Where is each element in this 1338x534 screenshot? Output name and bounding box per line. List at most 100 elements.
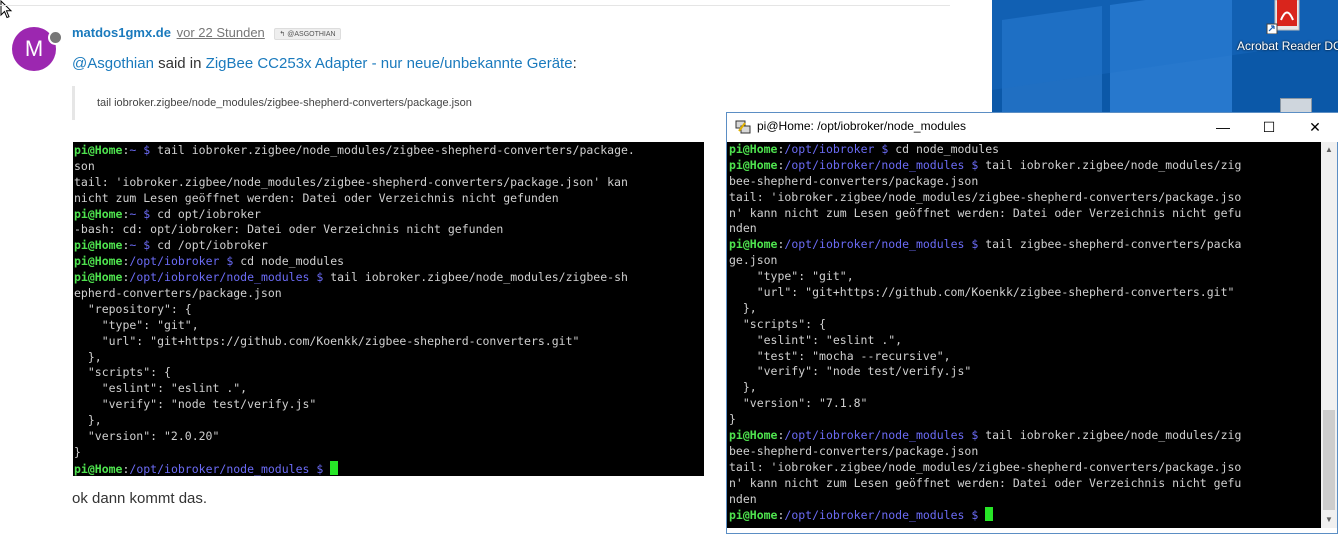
terminal-text: pi@Home: [74, 254, 123, 269]
terminal-line: },: [729, 301, 1323, 317]
terminal-text: /opt/iobroker/node_modules $: [784, 428, 986, 443]
terminal-text: "test": "mocha --recursive",: [729, 348, 951, 363]
terminal-line: ge.json: [729, 253, 1323, 269]
reply-icon: ↰: [279, 30, 286, 38]
terminal-line: "scripts": {: [729, 317, 1323, 333]
terminal-line: bee-shepherd-converters/package.json: [729, 174, 1323, 190]
acrobat-reader-icon[interactable]: [1265, 0, 1307, 34]
reply-to-label: @ASGOTHIAN: [287, 30, 336, 38]
terminal-text: nicht zum Lesen geöffnet werden: Datei o…: [74, 190, 559, 205]
terminal-line: pi@Home:~ $ cd opt/iobroker: [74, 207, 704, 223]
terminal-text: cd node_modules: [240, 254, 345, 269]
status-indicator: [48, 30, 63, 45]
post-timestamp-link[interactable]: vor 22 Stunden: [177, 25, 265, 40]
topic-link[interactable]: ZigBee CC253x Adapter - nur neue/unbekan…: [206, 55, 573, 72]
terminal-line: pi@Home:/opt/iobroker $ cd node_modules: [74, 254, 704, 270]
terminal-text: nden: [729, 491, 757, 506]
terminal-text: pi@Home: [74, 238, 123, 253]
terminal-line: pi@Home:/opt/iobroker/node_modules $ tai…: [74, 270, 704, 286]
terminal-text: "type": "git",: [729, 269, 854, 284]
terminal-line: "version": "2.0.20": [74, 429, 704, 445]
terminal-line: bee-shepherd-converters/package.json: [729, 444, 1323, 460]
terminal-text: tail zigbee-shepherd-converters/packa: [985, 237, 1242, 252]
terminal-text: pi@Home: [729, 237, 778, 252]
terminal-text: tail iobroker.zigbee/node_modules/zig: [985, 428, 1242, 443]
window-title: pi@Home: /opt/iobroker/node_modules: [757, 119, 966, 133]
desktop-icon-label[interactable]: Acrobat Reader DC: [1237, 39, 1338, 53]
terminal-line: nicht zum Lesen geöffnet werden: Datei o…: [74, 191, 704, 207]
terminal-text: pi@Home: [729, 508, 778, 523]
terminal-line: "url": "git+https://github.com/Koenkk/zi…: [729, 285, 1323, 301]
terminal-screenshot: pi@Home:~ $ tail iobroker.zigbee/node_mo…: [73, 142, 704, 476]
terminal-line: "type": "git",: [74, 318, 704, 334]
terminal-text: ~ $: [129, 143, 158, 157]
terminal-cursor: [985, 507, 994, 522]
terminal-text: pi@Home: [74, 143, 123, 157]
terminal-line: pi@Home:/opt/iobroker/node_modules $: [74, 460, 704, 476]
terminal-line: "version": "7.1.8": [729, 396, 1323, 412]
terminal-line: },: [729, 380, 1323, 396]
terminal-text: /opt/iobroker $: [129, 254, 241, 269]
terminal-text: ~ $: [129, 206, 158, 221]
terminal-text: n' kann nicht zum Lesen geöffnet werden:…: [729, 475, 1242, 490]
username-link[interactable]: matdos1gmx.de: [72, 25, 171, 40]
terminal-line: nden: [729, 492, 1323, 508]
terminal-text: bee-shepherd-converters/package.json: [729, 173, 979, 188]
terminal-text: pi@Home: [74, 270, 123, 285]
terminal-line: "eslint": "eslint .",: [74, 381, 704, 397]
terminal-text: "url": "git+https://github.com/Koenkk/zi…: [729, 285, 1235, 300]
terminal-text: ge.json: [729, 253, 778, 268]
terminal-line: -bash: cd: opt/iobroker: Datei oder Verz…: [74, 222, 704, 238]
terminal-line: "type": "git",: [729, 269, 1323, 285]
terminal-line: pi@Home:/opt/iobroker/node_modules $: [729, 507, 1323, 523]
terminal-line: },: [74, 350, 704, 366]
terminal-line: tail: 'iobroker.zigbee/node_modules/zigb…: [74, 175, 704, 191]
close-button[interactable]: ✕: [1292, 113, 1338, 142]
terminal-text: },: [729, 300, 757, 315]
scrollbar-thumb[interactable]: [1323, 410, 1335, 510]
terminal-text: "version": "2.0.20": [74, 429, 220, 444]
terminal-text: bee-shepherd-converters/package.json: [729, 443, 979, 458]
scroll-up-arrow-icon[interactable]: ▲: [1321, 142, 1337, 158]
terminal-text: son: [74, 158, 95, 173]
terminal-text: /opt/iobroker $: [784, 142, 896, 156]
terminal-line: n' kann nicht zum Lesen geöffnet werden:…: [729, 476, 1323, 492]
terminal-line: pi@Home:/opt/iobroker/node_modules $ tai…: [729, 158, 1323, 174]
terminal-text: }: [74, 444, 81, 459]
putty-icon: [735, 120, 751, 134]
terminal-line: pi@Home:~ $ cd /opt/iobroker: [74, 238, 704, 254]
terminal-text: cd node_modules: [895, 142, 1000, 156]
terminal-text: },: [74, 349, 102, 364]
putty-terminal[interactable]: pi@Home:/opt/iobroker $ cd node_modules p…: [727, 142, 1323, 528]
terminal-line: }: [74, 445, 704, 461]
terminal-line: "verify": "node test/verify.js": [729, 364, 1323, 380]
maximize-button[interactable]: ☐: [1246, 113, 1292, 142]
terminal-text: tail: 'iobroker.zigbee/node_modules/zigb…: [729, 459, 1242, 474]
terminal-line: "eslint": "eslint .",: [729, 333, 1323, 349]
terminal-text: pi@Home: [74, 206, 123, 221]
terminal-text: "repository": {: [74, 301, 192, 316]
terminal-text: "eslint": "eslint .",: [74, 381, 248, 396]
terminal-text: }: [729, 412, 736, 427]
terminal-line: epherd-converters/package.json: [74, 286, 704, 302]
terminal-line: pi@Home:/opt/iobroker/node_modules $ tai…: [729, 428, 1323, 444]
terminal-text: cd /opt/iobroker: [157, 238, 268, 253]
terminal-text: "version": "7.1.8": [729, 396, 868, 411]
terminal-line: },: [74, 413, 704, 429]
mention-link[interactable]: @Asgothian: [72, 55, 154, 72]
terminal-text: /opt/iobroker/node_modules $: [784, 508, 986, 523]
terminal-text: pi@Home: [729, 157, 778, 172]
terminal-text: -bash: cd: opt/iobroker: Datei oder Verz…: [74, 222, 504, 237]
said-in-text: said in: [153, 55, 206, 72]
terminal-text: tail: 'iobroker.zigbee/node_modules/zigb…: [729, 189, 1242, 204]
terminal-text: "scripts": {: [729, 316, 826, 331]
terminal-text: cd opt/iobroker: [157, 206, 261, 221]
terminal-line: pi@Home:/opt/iobroker/node_modules $ tai…: [729, 237, 1323, 253]
minimize-button[interactable]: —: [1200, 113, 1246, 142]
reply-to-badge[interactable]: ↰ @ASGOTHIAN: [274, 27, 341, 40]
mouse-cursor-icon: [0, 0, 13, 19]
scroll-down-arrow-icon[interactable]: ▼: [1321, 512, 1337, 528]
terminal-text: tail: 'iobroker.zigbee/node_modules/zigb…: [74, 174, 628, 189]
terminal-text: nden: [729, 221, 757, 236]
terminal-text: "verify": "node test/verify.js": [729, 364, 972, 379]
